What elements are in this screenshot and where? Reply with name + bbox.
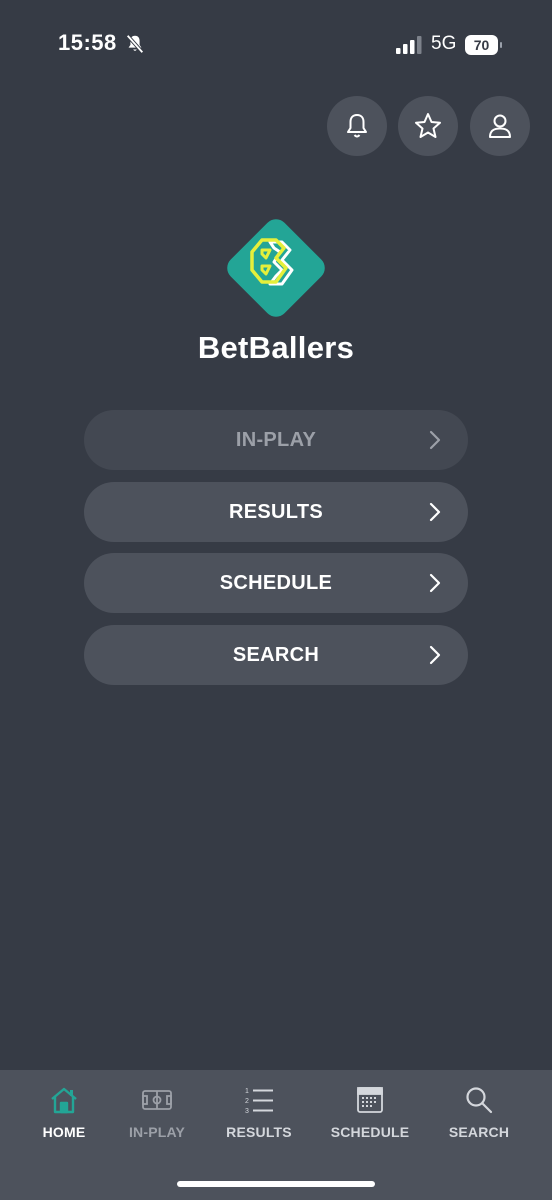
tab-label: SCHEDULE (330, 1124, 410, 1140)
chevron-right-icon (429, 645, 441, 665)
home-indicator[interactable] (177, 1181, 375, 1187)
chevron-right-icon (429, 573, 441, 593)
chevron-right-icon (429, 502, 441, 522)
favorites-button[interactable] (398, 96, 458, 156)
menu-item-label: IN-PLAY (235, 428, 317, 451)
svg-text:2: 2 (245, 1098, 249, 1105)
svg-text:1: 1 (245, 1088, 249, 1095)
network-label: 5G (431, 33, 457, 54)
tab-schedule[interactable]: SCHEDULE (328, 1084, 412, 1154)
bell-icon (347, 114, 367, 138)
chevron-right-icon (429, 430, 441, 450)
numbered-list-icon: 1 2 3 (245, 1088, 273, 1115)
tab-search[interactable]: SEARCH (446, 1084, 512, 1154)
battery-level: 70 (465, 35, 498, 55)
star-icon (415, 113, 441, 138)
svg-text:3: 3 (245, 1108, 249, 1115)
menu-item-label: RESULTS (229, 500, 323, 523)
tab-label: IN-PLAY (128, 1124, 186, 1140)
menu-search-button[interactable]: SEARCH (84, 625, 468, 685)
menu-item-label: SEARCH (232, 643, 320, 666)
signal-icon (396, 36, 422, 54)
betballers-logo (227, 219, 325, 317)
pitch-icon (142, 1090, 172, 1110)
menu-schedule-button[interactable]: SCHEDULE (84, 553, 468, 613)
tab-home[interactable]: HOME (34, 1084, 94, 1154)
profile-button[interactable] (470, 96, 530, 156)
status-time: 15:58 (58, 30, 117, 55)
brand-name: BetBallers (197, 330, 355, 365)
menu-item-label: SCHEDULE (219, 571, 333, 594)
menu-in-play-button[interactable]: IN-PLAY (84, 410, 468, 470)
calendar-icon (357, 1087, 383, 1113)
tab-label: SEARCH (448, 1124, 510, 1140)
home-icon (51, 1087, 77, 1114)
tab-in-play[interactable]: IN-PLAY (122, 1084, 192, 1154)
bell-muted-icon (126, 34, 144, 54)
tab-label: RESULTS (226, 1124, 292, 1140)
battery-icon: 70 (465, 35, 502, 55)
battery-cap (500, 42, 502, 48)
tab-label: HOME (42, 1124, 86, 1140)
menu-results-button[interactable]: RESULTS (84, 482, 468, 542)
user-icon (489, 114, 511, 138)
status-bar: 15:58 5G 70 (0, 0, 552, 90)
notifications-button[interactable] (327, 96, 387, 156)
search-icon (466, 1087, 493, 1114)
tab-results[interactable]: 1 2 3 RESULTS (224, 1084, 294, 1154)
